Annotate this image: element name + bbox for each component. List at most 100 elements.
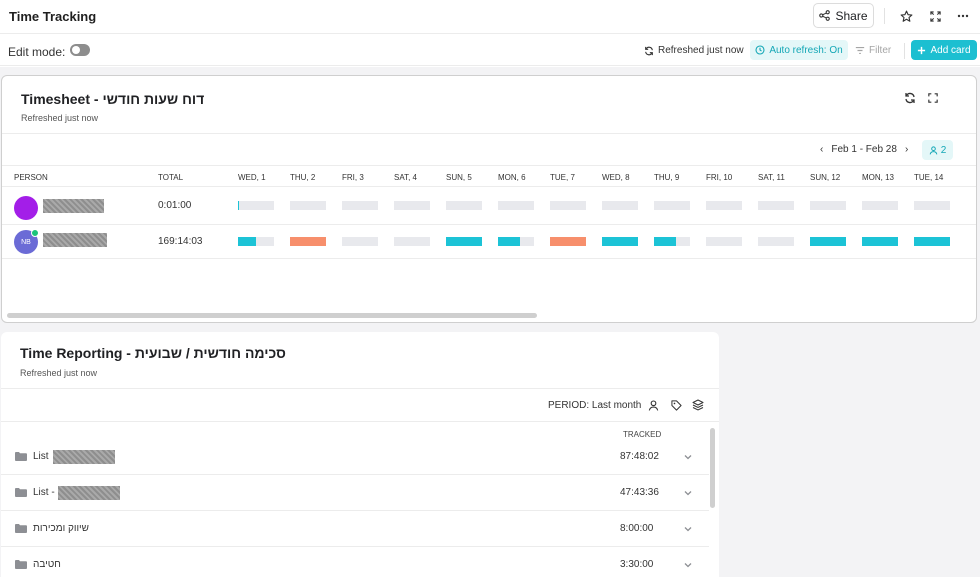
day-cell[interactable]	[810, 201, 846, 210]
day-cell[interactable]	[602, 237, 638, 246]
day-cell[interactable]	[914, 237, 950, 246]
day-cell[interactable]	[706, 237, 742, 246]
refreshed-label: Refreshed just now	[658, 45, 744, 56]
auto-refresh-button[interactable]: Auto refresh: On	[750, 40, 848, 60]
day-cell[interactable]	[342, 201, 378, 210]
day-cell[interactable]	[914, 201, 950, 210]
list-item-label: שיווק ומכירות	[33, 523, 89, 534]
person-icon[interactable]	[646, 398, 660, 412]
refresh-button[interactable]: Refreshed just now	[644, 45, 744, 56]
share-icon	[819, 10, 831, 21]
timesheet-title: Timesheet - דוח שעות חודשי	[21, 91, 205, 107]
expand-icon[interactable]	[927, 8, 943, 24]
list-item[interactable]: חטיבה 3:30:00	[1, 547, 709, 577]
divider	[1, 421, 719, 422]
day-cell[interactable]	[758, 201, 794, 210]
chevron-down-icon[interactable]	[682, 559, 694, 571]
plus-icon	[918, 46, 926, 54]
day-cell[interactable]	[862, 237, 898, 246]
day-cell[interactable]	[602, 201, 638, 210]
day-cell[interactable]	[342, 237, 378, 246]
filter-button[interactable]: Filter	[855, 45, 891, 56]
share-button[interactable]: Share	[813, 3, 874, 28]
day-cell[interactable]	[290, 237, 326, 246]
list-item[interactable]: List 87:48:02	[1, 439, 709, 475]
layers-icon[interactable]	[691, 398, 705, 412]
total-value: 0:01:00	[158, 200, 192, 211]
more-icon[interactable]	[955, 8, 971, 24]
chevron-left-icon[interactable]: ‹	[820, 144, 823, 155]
dashboard-toolbar: Edit mode: Refreshed just now Auto refre…	[0, 35, 980, 66]
chevron-down-icon[interactable]	[682, 487, 694, 499]
day-cell[interactable]	[758, 237, 794, 246]
timesheet-card: Timesheet - דוח שעות חודשי Refreshed jus…	[1, 75, 977, 323]
star-icon[interactable]	[898, 8, 914, 24]
column-header-day: TUE, 14	[914, 173, 944, 182]
date-range-label: Feb 1 - Feb 28	[831, 144, 897, 155]
day-cell-fill	[238, 237, 256, 246]
chevron-down-icon[interactable]	[682, 523, 694, 535]
day-cell[interactable]	[446, 201, 482, 210]
period-selector[interactable]: PERIOD: Last month	[548, 400, 641, 411]
members-filter-button[interactable]: 2	[922, 140, 953, 160]
vertical-scrollbar[interactable]	[710, 428, 715, 508]
day-cell-fill	[498, 237, 520, 246]
day-cell[interactable]	[654, 201, 690, 210]
folder-icon	[15, 488, 27, 497]
refresh-icon[interactable]	[903, 91, 917, 105]
day-cell[interactable]	[394, 237, 430, 246]
add-card-label: Add card	[930, 44, 971, 56]
day-cell[interactable]	[238, 237, 274, 246]
members-count: 2	[940, 144, 947, 156]
day-cell[interactable]	[550, 237, 586, 246]
divider	[2, 186, 976, 187]
day-cell-fill	[602, 237, 638, 246]
list-item-label: List -	[33, 487, 55, 498]
column-header-day: THU, 2	[290, 173, 316, 182]
day-cell-fill	[446, 237, 482, 246]
column-header-total: TOTAL	[158, 173, 184, 182]
day-cell[interactable]	[498, 201, 534, 210]
page-title: Time Tracking	[9, 9, 97, 24]
day-cell[interactable]	[290, 201, 326, 210]
tracked-time: 87:48:02	[620, 451, 659, 462]
clock-icon	[755, 45, 765, 55]
chevron-down-icon[interactable]	[682, 451, 694, 463]
redacted-list-name	[58, 486, 120, 500]
filter-label: Filter	[869, 45, 892, 56]
add-card-button[interactable]: Add card	[911, 40, 977, 60]
tag-icon[interactable]	[669, 398, 683, 412]
tracked-time: 47:43:36	[620, 487, 659, 498]
person-icon	[929, 145, 938, 154]
day-cell[interactable]	[238, 201, 274, 210]
date-range-picker[interactable]: ‹ Feb 1 - Feb 28 ›	[820, 144, 908, 155]
column-header-day: SUN, 5	[446, 173, 472, 182]
day-cell[interactable]	[498, 237, 534, 246]
avatar[interactable]	[14, 196, 38, 220]
divider	[2, 224, 976, 225]
day-cell[interactable]	[862, 201, 898, 210]
chevron-right-icon[interactable]: ›	[905, 144, 908, 155]
share-label: Share	[835, 8, 868, 23]
day-cell-fill	[862, 237, 898, 246]
column-header-day: FRI, 10	[706, 173, 733, 182]
divider	[2, 165, 976, 166]
auto-refresh-label: Auto refresh: On	[769, 44, 843, 56]
day-cell[interactable]	[394, 201, 430, 210]
column-header-person: PERSON	[14, 173, 48, 182]
day-cell[interactable]	[810, 237, 846, 246]
column-header-day: WED, 8	[602, 173, 630, 182]
list-item[interactable]: שיווק ומכירות 8:00:00	[1, 511, 709, 547]
expand-icon[interactable]	[926, 91, 940, 105]
time-reporting-card: Time Reporting - סכימה חודשית / שבועית R…	[1, 332, 719, 577]
list-item[interactable]: List - 47:43:36	[1, 475, 709, 511]
edit-mode-toggle[interactable]	[70, 44, 90, 56]
tracked-column-header: TRACKED	[623, 430, 662, 439]
day-cell[interactable]	[550, 201, 586, 210]
horizontal-scrollbar[interactable]	[7, 313, 537, 318]
online-status-dot	[31, 229, 39, 237]
column-header-day: THU, 9	[654, 173, 680, 182]
day-cell[interactable]	[446, 237, 482, 246]
day-cell[interactable]	[654, 237, 690, 246]
day-cell[interactable]	[706, 201, 742, 210]
